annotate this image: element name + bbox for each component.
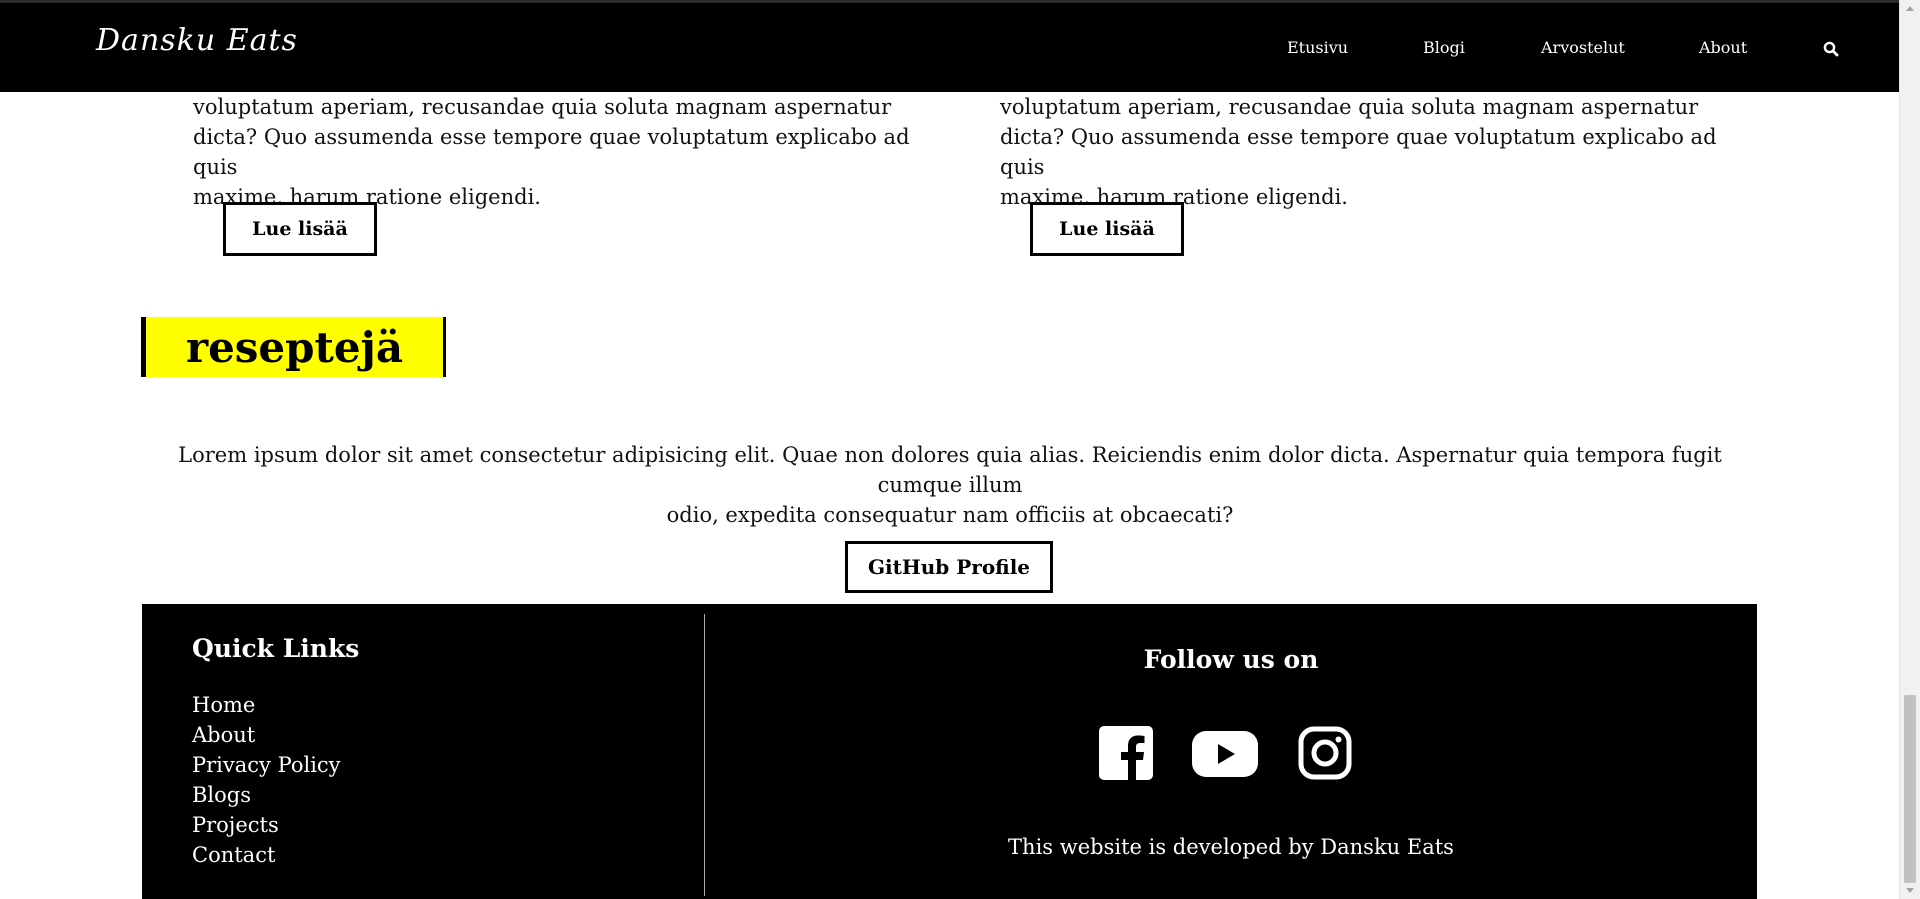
article-line: voluptatum aperiam, recusandae quia solu… [1000,95,1699,119]
nav-item-blogi[interactable]: Blogi [1423,38,1465,57]
instagram-icon[interactable] [1298,726,1352,784]
article-line: dicta? Quo assumenda esse tempore quae v… [193,125,910,179]
article-line: voluptatum aperiam, recusandae quia solu… [193,95,892,119]
follow-title: Follow us on [1143,645,1319,674]
section-heading: reseptejä [141,317,446,377]
quick-link-projects[interactable]: Projects [192,810,341,840]
quick-link-blogs[interactable]: Blogs [192,780,341,810]
quick-link-contact[interactable]: Contact [192,840,341,870]
quick-links-title: Quick Links [192,634,360,663]
site-credit: This website is developed by Dansku Eats [1008,835,1454,859]
top-navbar: Dansku Eats Etusivu Blogi Arvostelut Abo… [0,0,1899,92]
brand-logo[interactable]: Dansku Eats [96,23,298,58]
github-profile-button[interactable]: GitHub Profile [845,541,1053,593]
scroll-down-arrow-icon[interactable] [1906,888,1914,893]
intro-line: Lorem ipsum dolor sit amet consectetur a… [178,443,1722,497]
quick-links-list: Home About Privacy Policy Blogs Projects… [192,690,341,870]
nav-item-etusivu[interactable]: Etusivu [1287,38,1348,57]
quick-link-about[interactable]: About [192,720,341,750]
scroll-up-arrow-icon[interactable] [1906,6,1914,11]
vertical-scrollbar[interactable] [1899,0,1920,899]
nav-item-about[interactable]: About [1699,38,1747,57]
section-intro: Lorem ipsum dolor sit amet consectetur a… [150,440,1750,530]
intro-line: odio, expedita consequatur nam officiis … [666,503,1234,527]
search-icon[interactable] [1823,41,1839,61]
article-line: dicta? Quo assumenda esse tempore quae v… [1000,125,1717,179]
quick-link-privacy-policy[interactable]: Privacy Policy [192,750,341,780]
article-excerpt: voluptatum aperiam, recusandae quia solu… [1000,92,1720,212]
facebook-icon[interactable] [1099,726,1153,784]
read-more-button[interactable]: Lue lisää [1030,202,1184,256]
quick-link-home[interactable]: Home [192,690,341,720]
youtube-icon[interactable] [1192,731,1258,781]
read-more-button[interactable]: Lue lisää [223,202,377,256]
article-excerpt: voluptatum aperiam, recusandae quia solu… [193,92,913,212]
nav-item-arvostelut[interactable]: Arvostelut [1541,38,1625,57]
scroll-thumb[interactable] [1904,695,1916,883]
footer: Quick Links Home About Privacy Policy Bl… [142,604,1757,899]
